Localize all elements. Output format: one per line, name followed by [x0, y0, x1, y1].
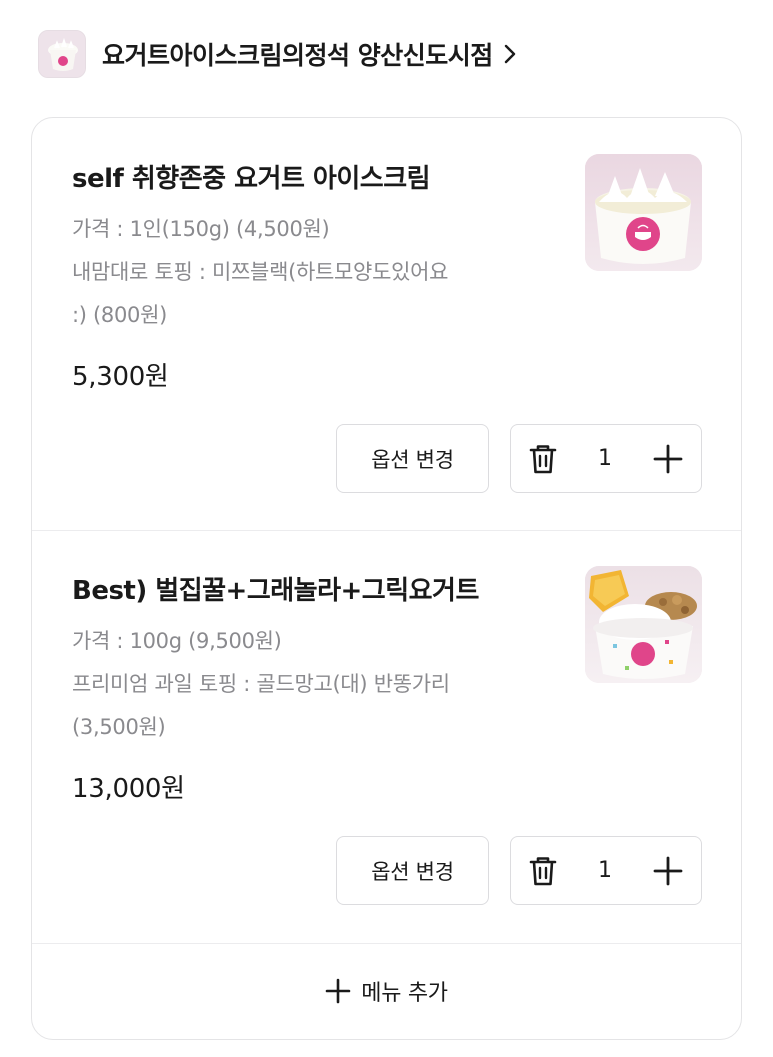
item-option-line: 프리미엄 과일 토핑 : 골드망고(대) 반똥가리 — [72, 672, 450, 696]
cart-item: Best) 벌집꿀+그래놀라+그릭요거트 가격 : 100g (9,500원) … — [32, 530, 741, 944]
trash-icon[interactable] — [525, 441, 561, 477]
quantity-stepper: 1 — [510, 836, 702, 905]
add-menu-button[interactable]: 메뉴 추가 — [32, 943, 741, 1039]
plus-icon — [325, 978, 351, 1004]
item-option-line: 가격 : 1인(150g) (4,500원) — [72, 217, 330, 241]
store-header[interactable]: 요거트아이스크림의정석 양산신도시점 — [38, 28, 517, 80]
plus-icon[interactable] — [651, 442, 685, 476]
add-menu-label: 메뉴 추가 — [361, 981, 448, 1006]
cart-item: self 취향존중 요거트 아이스크림 가격 : 1인(150g) (4,500… — [32, 118, 741, 531]
plus-icon[interactable] — [651, 854, 685, 888]
quantity-value: 1 — [598, 445, 612, 471]
yogurt-cup-image — [585, 154, 702, 271]
item-option-line: 내맘대로 토핑 : 미쯔블랙(하트모양도있어요 — [72, 260, 449, 284]
item-options: 가격 : 1인(150g) (4,500원) 내맘대로 토핑 : 미쯔블랙(하트… — [72, 208, 542, 337]
change-option-button[interactable]: 옵션 변경 — [336, 424, 489, 493]
item-price: 13,000원 — [72, 774, 185, 804]
item-option-line: :) (800원) — [72, 303, 168, 327]
quantity-stepper: 1 — [510, 424, 702, 493]
quantity-value: 1 — [598, 857, 612, 883]
chevron-right-icon — [504, 44, 515, 64]
trash-icon[interactable] — [525, 853, 561, 889]
item-name: self 취향존중 요거트 아이스크림 — [72, 164, 431, 194]
cart-card: self 취향존중 요거트 아이스크림 가격 : 1인(150g) (4,500… — [31, 117, 742, 1040]
item-options: 가격 : 100g (9,500원) 프리미엄 과일 토핑 : 골드망고(대) … — [72, 620, 542, 749]
item-option-line: (3,500원) — [72, 715, 166, 739]
store-logo — [38, 30, 86, 78]
change-option-button[interactable]: 옵션 변경 — [336, 836, 489, 905]
item-price: 5,300원 — [72, 362, 169, 392]
honeycomb-granola-yogurt-image — [585, 566, 702, 683]
item-option-line: 가격 : 100g (9,500원) — [72, 629, 282, 653]
store-name: 요거트아이스크림의정석 양산신도시점 — [102, 41, 493, 70]
item-name: Best) 벌집꿀+그래놀라+그릭요거트 — [72, 576, 479, 606]
